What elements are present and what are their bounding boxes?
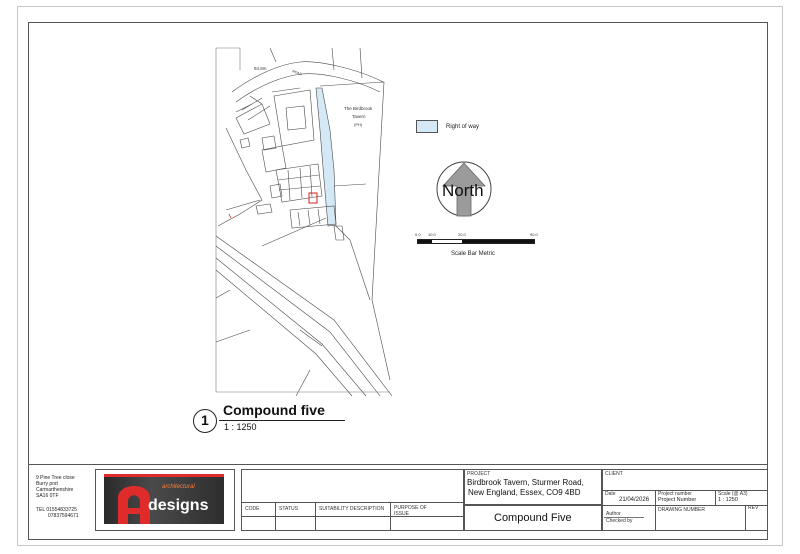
- north-label: North: [442, 181, 484, 200]
- rev-header-purpose-2: ISSUE: [394, 511, 410, 517]
- meta-divider-1: [655, 490, 656, 505]
- pub-name-label-2: Tavern: [352, 114, 366, 119]
- scale-bar: [417, 239, 535, 244]
- mobile-number: 07837594671: [48, 513, 79, 519]
- drawing-number-label: DRAWING NUMBER: [658, 507, 706, 513]
- rev-col-divider-2: [315, 502, 316, 531]
- scale-tick-20: 20.0: [458, 232, 466, 237]
- meta-divider-2: [715, 490, 716, 505]
- benchmark-label: 94.8m: [254, 66, 267, 71]
- legend-swatch: [416, 120, 438, 133]
- date-value: 21/04/2026: [619, 497, 650, 503]
- pub-name-label: The Birdbrook: [344, 106, 373, 111]
- project-label: PROJECT: [467, 471, 491, 477]
- rev-label: REV: [748, 505, 759, 511]
- project-number-value: Project Number: [658, 497, 697, 503]
- pub-ph-label: (PH): [354, 122, 363, 127]
- drawing-title: Compound Five: [494, 512, 572, 524]
- meta-divider-row: [602, 505, 768, 506]
- address-line-4: SA16 0TF: [36, 493, 59, 499]
- scale-tick-90: 90.0: [530, 232, 538, 237]
- rev-col-divider-1: [275, 502, 276, 531]
- view-number: 1: [201, 412, 209, 428]
- logo-word: designs: [148, 497, 209, 514]
- scale-tick-0: 0.0: [415, 232, 421, 237]
- view-scale: 1 : 1250: [224, 422, 257, 432]
- meta-divider-4: [745, 505, 746, 531]
- project-address-line-1: Birdbrook Tavern, Sturmer Road,: [467, 478, 584, 487]
- rev-header-suitability: SUITABILITY DESCRIPTION: [319, 506, 385, 512]
- view-title-underline: [219, 420, 345, 421]
- checked-by-label: Checked by: [606, 518, 633, 524]
- rev-header-code: CODE: [245, 506, 260, 512]
- scale-bar-caption: Scale Bar Metric: [451, 251, 496, 257]
- meta-divider-3: [655, 505, 656, 531]
- client-label: CLIENT: [605, 471, 623, 477]
- logo-small-text: architectural: [162, 484, 195, 490]
- project-address-line-2: New England, Essex, CO9 4BD: [468, 488, 581, 497]
- scale-tick-10: 10.0: [428, 232, 436, 237]
- title-block-divider: [28, 464, 768, 465]
- rev-col-divider-3: [390, 502, 391, 531]
- scale-value: 1 : 1250: [718, 497, 738, 503]
- rev-header-status: STATUS: [279, 506, 298, 512]
- company-logo: architectural designs: [104, 474, 224, 524]
- logo-letter-mark-icon: [118, 486, 150, 524]
- date-label: Date: [605, 491, 616, 497]
- legend-label: Right of way: [446, 124, 480, 130]
- view-title: Compound five: [223, 402, 325, 418]
